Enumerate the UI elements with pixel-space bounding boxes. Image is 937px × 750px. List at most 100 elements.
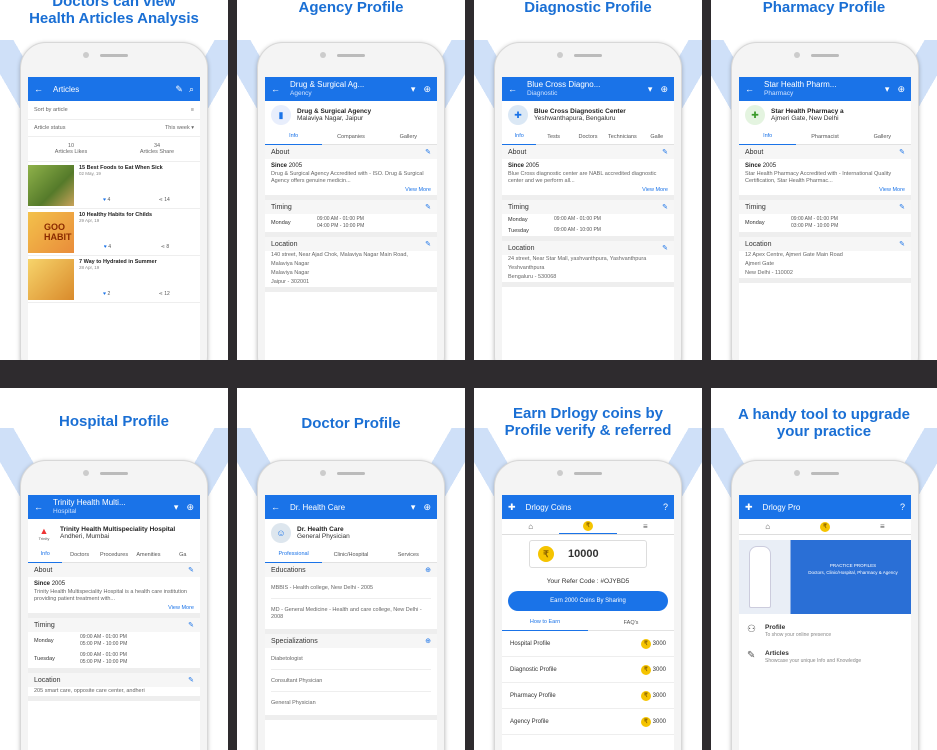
share-icon[interactable]: ⋖ (161, 244, 165, 250)
earn-row: Pharmacy Profile ₹ 3000 (502, 683, 674, 709)
panel-diagnostic: Diagnostic Profile ← Blue Cross Diagno..… (474, 0, 702, 360)
tab-coins[interactable]: ₹ (559, 520, 617, 534)
tab-info[interactable]: Info (265, 128, 323, 145)
edit-icon[interactable]: ✎ (425, 148, 431, 156)
hospital-logo: ▲ Trinity (34, 523, 54, 543)
tab-how-to-earn[interactable]: How to Earn (502, 614, 588, 631)
share-icon[interactable]: ⋖ (159, 291, 163, 297)
edit-icon[interactable]: ✎ (188, 621, 194, 629)
edit-icon[interactable]: ✎ (175, 84, 183, 94)
home-icon[interactable]: ⌂ (739, 522, 796, 531)
search-icon[interactable]: ⌕ (189, 84, 194, 94)
add-circle-icon[interactable]: ⊕ (897, 84, 905, 94)
article-item[interactable]: 7 Way to Hydrated in Summer 28 Apr, 19 ♥ … (28, 256, 200, 303)
view-more-link[interactable]: View More (271, 187, 431, 193)
doctor-figure-icon (749, 546, 771, 608)
add-circle-icon[interactable]: ⊕ (186, 502, 194, 512)
share-label: Articles Share (139, 149, 175, 155)
profile-item[interactable]: ⚇ Profile To show your online presence (739, 614, 911, 644)
page-title: Articles (53, 84, 80, 94)
tab-info[interactable]: Info (28, 546, 63, 563)
add-circle-icon[interactable]: ⊕ (423, 84, 431, 94)
tab-faqs[interactable]: FAQ's (588, 615, 674, 631)
tab-info[interactable]: Info (739, 128, 797, 145)
app-bar: ← Drug & Surgical Ag... Agency ▾ ⊕ (265, 77, 437, 101)
edit-icon[interactable]: ✎ (662, 148, 668, 156)
back-arrow-icon[interactable]: ← (745, 84, 754, 94)
articles-item[interactable]: ✎ Articles Showcase your unique Info and K… (739, 644, 911, 670)
app-bar: ← Trinity Health Multi... Hospital ▾ ⊕ (28, 495, 200, 519)
about-heading: About (745, 148, 764, 156)
back-arrow-icon[interactable]: ← (271, 84, 280, 94)
caption: Earn Drlogy coins by Profile verify & ref… (504, 405, 672, 439)
filter-icon[interactable]: ≡ (191, 107, 194, 113)
view-more-link[interactable]: View More (745, 187, 905, 193)
tab-clinic-hospital[interactable]: Clinic/Hospital (322, 547, 379, 563)
chevron-down-icon[interactable]: ▾ (174, 502, 179, 512)
sort-label[interactable]: Sort by article (34, 107, 68, 113)
tab-info[interactable]: Info (502, 128, 537, 145)
coin-balance: ₹10000 (529, 540, 647, 568)
tab-pharmacist[interactable]: Pharmacist (796, 129, 853, 145)
home-icon[interactable]: ⌂ (502, 522, 559, 531)
tab-professional[interactable]: Professional (265, 546, 323, 563)
help-icon[interactable]: ? (900, 502, 905, 512)
edit-icon[interactable]: ✎ (899, 203, 905, 211)
tab-tests[interactable]: Tests (536, 129, 570, 145)
tab-doctors[interactable]: Doctors (62, 547, 96, 563)
tab-amenities[interactable]: Amenities (131, 547, 165, 563)
edit-icon[interactable]: ✎ (899, 148, 905, 156)
chevron-down-icon[interactable]: ▾ (411, 502, 416, 512)
view-more-link[interactable]: View More (508, 187, 668, 193)
specializations-heading: Specializations (271, 637, 318, 645)
earn-share-button[interactable]: Earn 2000 Coins By Sharing (508, 591, 668, 611)
tab-gallery[interactable]: Galle (640, 129, 674, 145)
back-arrow-icon[interactable]: ← (34, 502, 43, 512)
tab-coins[interactable]: ₹ (796, 521, 853, 532)
article-image (28, 259, 74, 300)
edit-icon[interactable]: ✎ (188, 566, 194, 574)
profile-name: Dr. Health Care (297, 526, 344, 533)
tab-services[interactable]: Services (380, 547, 437, 563)
edit-icon[interactable]: ✎ (188, 676, 194, 684)
view-more-link[interactable]: View More (34, 605, 194, 611)
add-circle-icon[interactable]: ⊕ (423, 502, 431, 512)
edit-icon[interactable]: ✎ (425, 203, 431, 211)
add-circle-icon[interactable]: ⊕ (425, 566, 431, 574)
practice-banner[interactable]: PRACTICE PROFILES Doctors, Clinic/Hospita… (739, 540, 911, 614)
chevron-down-icon[interactable]: ▾ (885, 84, 890, 94)
tab-gallery[interactable]: Gallery (380, 129, 437, 145)
chevron-down-icon[interactable]: ▾ (648, 84, 653, 94)
week-select[interactable]: This week ▾ (165, 125, 194, 131)
edit-icon[interactable]: ✎ (662, 244, 668, 252)
add-circle-icon[interactable]: ⊕ (425, 637, 431, 645)
heart-icon[interactable]: ♥ (103, 291, 106, 297)
about-heading: About (34, 566, 53, 574)
share-icon[interactable]: ⋖ (159, 197, 163, 203)
tab-gallery[interactable]: Gallery (854, 129, 911, 145)
add-circle-icon[interactable]: ⊕ (660, 84, 668, 94)
tab-technicians[interactable]: Technicians (605, 129, 639, 145)
back-arrow-icon[interactable]: ← (271, 502, 280, 512)
back-arrow-icon[interactable]: ← (34, 84, 43, 94)
edit-icon[interactable]: ✎ (662, 203, 668, 211)
agency-logo-icon: ▮ (271, 105, 291, 125)
back-arrow-icon[interactable]: ← (508, 84, 517, 94)
tab-gallery[interactable]: Ga (166, 547, 200, 563)
article-item[interactable]: GOO HABIT 10 Healthy Habits for Childs 29… (28, 209, 200, 256)
divider (228, 0, 237, 750)
menu-icon[interactable]: ≡ (854, 522, 911, 531)
help-icon[interactable]: ? (663, 502, 668, 512)
caption: Doctor Profile (301, 415, 401, 432)
article-item[interactable]: 15 Best Foods to Eat When Sick 02 May, 19… (28, 162, 200, 209)
menu-icon[interactable]: ≡ (617, 522, 674, 531)
chevron-down-icon[interactable]: ▾ (411, 84, 416, 94)
page-title: Star Health Pharm... (764, 80, 837, 89)
tab-companies[interactable]: Companies (322, 129, 379, 145)
tab-doctors[interactable]: Doctors (571, 129, 605, 145)
edit-icon[interactable]: ✎ (425, 240, 431, 248)
tab-procedures[interactable]: Procedures (97, 547, 131, 563)
edit-icon[interactable]: ✎ (899, 240, 905, 248)
heart-icon[interactable]: ♥ (103, 197, 106, 203)
heart-icon[interactable]: ♥ (104, 244, 107, 250)
